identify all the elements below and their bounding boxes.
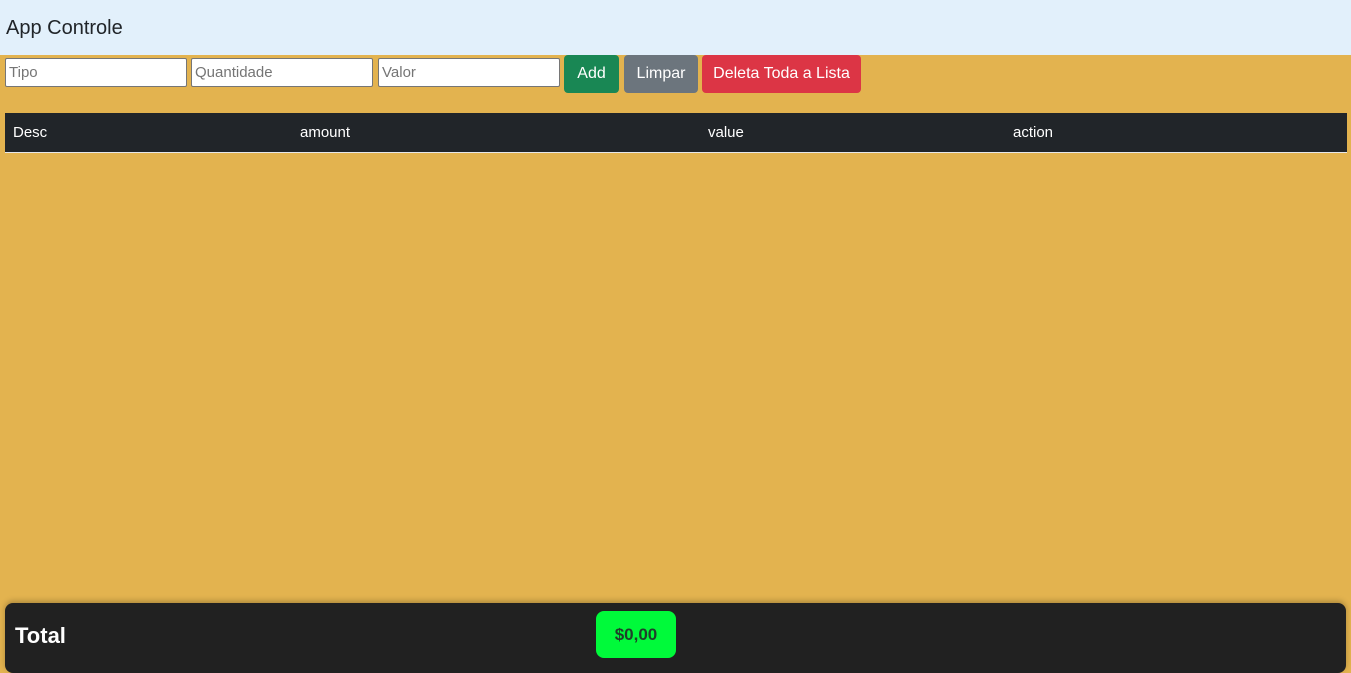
total-value-badge: $0,00 [596, 611, 676, 658]
app-title[interactable]: App Controle [6, 16, 123, 40]
clear-button[interactable]: Limpar [624, 55, 698, 93]
table-header: Desc amount value action [5, 113, 1347, 153]
delete-all-button[interactable]: Deleta Toda a Lista [702, 55, 861, 93]
column-header-value: value [708, 124, 744, 141]
column-header-amount: amount [300, 124, 351, 141]
tipo-input[interactable] [5, 58, 187, 87]
total-footer: Total $0,00 [5, 603, 1346, 673]
add-button[interactable]: Add [564, 55, 619, 93]
item-form: Add Limpar Deleta Toda a Lista [0, 55, 1351, 95]
quantidade-input[interactable] [191, 58, 373, 87]
column-header-action: action [1013, 124, 1054, 141]
total-label: Total [15, 623, 66, 648]
column-header-desc: Desc [13, 124, 48, 141]
valor-input[interactable] [378, 58, 560, 87]
navbar: App Controle [0, 0, 1351, 55]
